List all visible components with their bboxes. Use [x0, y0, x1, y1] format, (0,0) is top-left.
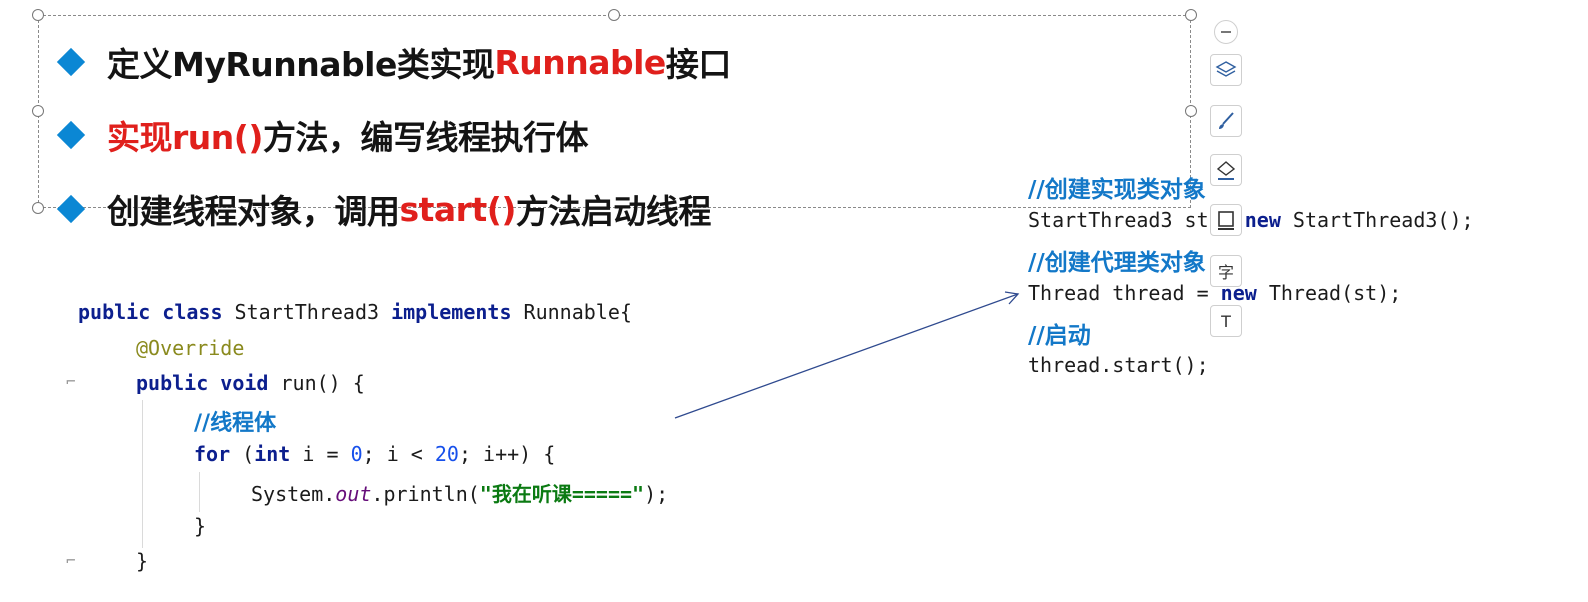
code-line-create-impl: StartThread3 st = new StartThread3(); — [1028, 208, 1474, 232]
frame-icon — [1218, 211, 1234, 230]
code-comment-create-impl: //创建实现类对象 — [1028, 177, 1206, 203]
text-box-icon: T — [1221, 311, 1231, 331]
layer-options-button[interactable] — [1210, 54, 1242, 86]
layers-icon — [1215, 61, 1237, 77]
minus-icon — [1221, 31, 1231, 33]
code-comment-create-proxy: //创建代理类对象 — [1028, 250, 1206, 276]
text-box-button[interactable]: T — [1210, 305, 1242, 337]
text-wrap-button[interactable]: 字 — [1210, 255, 1242, 287]
fill-icon — [1216, 161, 1236, 180]
brush-icon — [1219, 112, 1234, 129]
shape-style-button[interactable] — [1210, 105, 1242, 137]
shape-outline-button[interactable] — [1210, 204, 1242, 236]
shape-fill-button[interactable] — [1210, 154, 1242, 186]
collapse-toolbar-button[interactable] — [1214, 20, 1238, 44]
code-comment-start: //启动 — [1028, 323, 1091, 349]
text-wrap-icon: 字 — [1217, 263, 1234, 282]
code-line-start: thread.start(); — [1028, 353, 1209, 377]
